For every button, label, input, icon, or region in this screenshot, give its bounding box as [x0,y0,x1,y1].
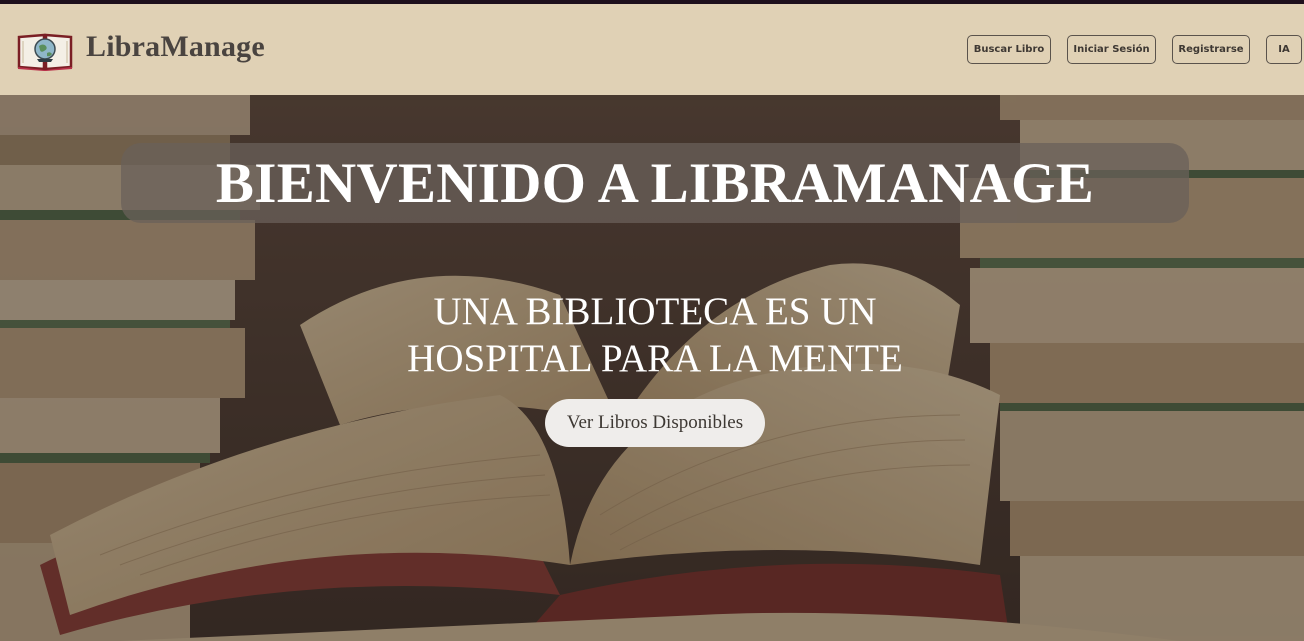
nav-registrarse-button[interactable]: Registrarse [1172,35,1250,64]
nav-iniciar-sesion-button[interactable]: Iniciar Sesión [1067,35,1156,64]
nav-buscar-libro-button[interactable]: Buscar Libro [967,35,1051,64]
hero-section: BIENVENIDO A LIBRAMANAGE UNA BIBLIOTECA … [0,95,1304,641]
hero-subtitle: UNA BIBLIOTECA ES UN HOSPITAL PARA LA ME… [340,288,970,382]
site-header: LibraManage Buscar Libro Iniciar Sesión … [0,4,1304,95]
hero-title-box: BIENVENIDO A LIBRAMANAGE [121,143,1189,223]
hero-subtitle-line-2: HOSPITAL PARA LA MENTE [407,337,903,380]
hero-title: BIENVENIDO A LIBRAMANAGE [215,151,1095,215]
open-book-globe-icon[interactable] [17,29,73,71]
nav-ia-button[interactable]: IA [1266,35,1302,64]
brand-name[interactable]: LibraManage [86,30,265,64]
ver-libros-disponibles-button[interactable]: Ver Libros Disponibles [545,399,765,447]
hero-subtitle-line-1: UNA BIBLIOTECA ES UN [433,290,877,333]
